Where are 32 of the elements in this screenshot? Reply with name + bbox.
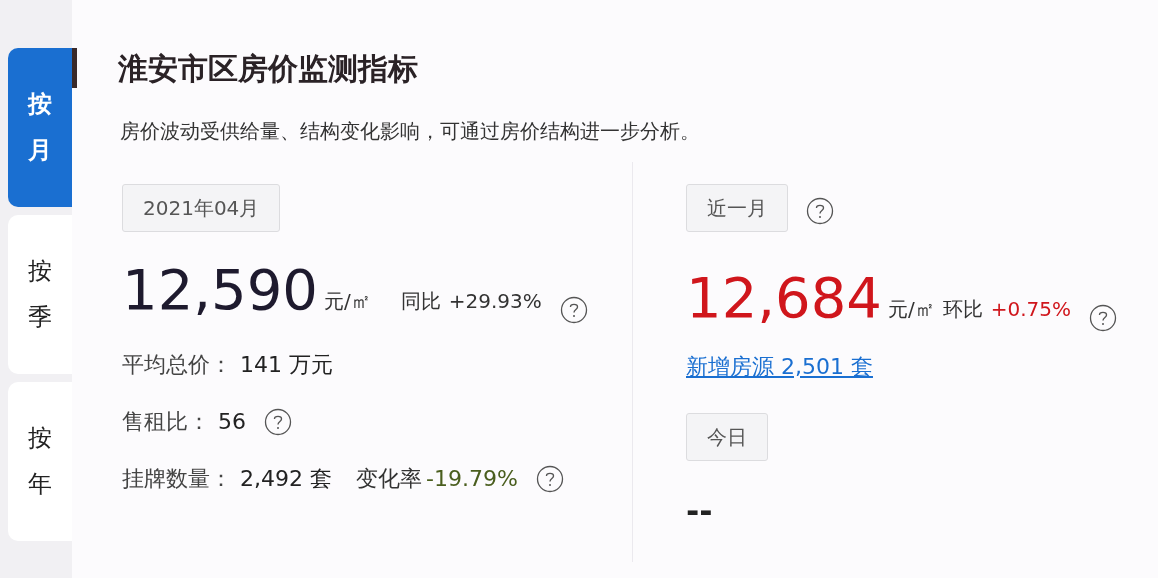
period-tab[interactable]: 按年 (8, 382, 72, 541)
stat-value: 56 (218, 408, 246, 436)
new-listings-link[interactable]: 新增房源 2,501 套 (686, 350, 873, 383)
help-icon[interactable] (806, 197, 834, 225)
price-value: 12,590 (122, 262, 318, 318)
period-chip: 近一月 (686, 184, 788, 232)
description-text: 房价波动受供给量、结构变化影响，可通过房价结构进一步分析。 (120, 118, 701, 145)
price-unit: 元/㎡ (323, 288, 371, 315)
help-icon[interactable] (1089, 304, 1117, 332)
page-title: 淮安市区房价监测指标 (118, 49, 418, 88)
change-value: +29.93% (448, 288, 542, 315)
period-tab[interactable]: 按月 (8, 48, 72, 207)
empty-value: -- (686, 495, 714, 527)
help-icon[interactable] (535, 464, 564, 493)
change-label: 同比 (400, 288, 441, 315)
period-chip: 2021年04月 (122, 184, 281, 232)
period-chip: 今日 (686, 413, 768, 461)
stat-label: 平均总价： (122, 351, 232, 379)
help-icon[interactable] (559, 296, 588, 324)
period-tab[interactable]: 按季 (8, 215, 72, 374)
change-value: +0.75% (990, 296, 1071, 323)
price-value: 12,684 (686, 270, 882, 326)
title-accent-bar (72, 48, 77, 88)
change-label: 变化率 (356, 465, 422, 493)
stat-value: 2,492 套 (240, 465, 332, 493)
change-value: -19.79% (426, 465, 518, 493)
stat-value: 141 万元 (240, 351, 333, 379)
change-label: 环比 (942, 296, 983, 323)
help-icon[interactable] (264, 407, 292, 436)
price-unit: 元/㎡ (887, 296, 935, 323)
stat-label: 挂牌数量： (122, 465, 232, 493)
stat-label: 售租比： (122, 408, 210, 436)
